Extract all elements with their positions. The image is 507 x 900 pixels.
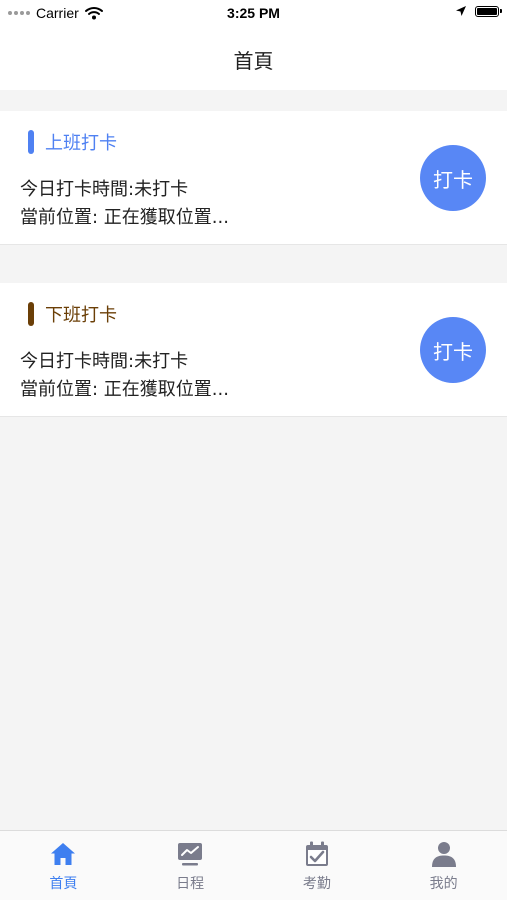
tab-schedule[interactable]: 日程 [127, 831, 254, 900]
tab-profile[interactable]: 我的 [380, 831, 507, 900]
card-header: 上班打卡 [28, 129, 117, 155]
schedule-chart-icon [178, 843, 203, 866]
location-arrow-icon [456, 6, 466, 16]
tab-label: 我的 [429, 876, 458, 892]
card-title: 下班打卡 [45, 305, 117, 326]
tab-label: 日程 [176, 876, 205, 892]
punch-time-text: 今日打卡時間:未打卡 [20, 351, 189, 372]
tab-label: 考勤 [302, 876, 331, 892]
navigation-bar: 首頁 [0, 26, 507, 90]
status-time: 3:25 PM [227, 5, 280, 21]
status-bar: Carrier 3:25 PM [0, 0, 507, 26]
user-icon [431, 842, 456, 867]
status-right [455, 5, 502, 17]
page-title: 首頁 [233, 49, 274, 73]
clock-out-button[interactable]: 打卡 [420, 317, 486, 383]
card-title: 上班打卡 [45, 133, 117, 154]
tab-bar: 首頁 日程 考勤 我的 [0, 830, 507, 900]
tab-home[interactable]: 首頁 [0, 831, 127, 900]
tab-attendance[interactable]: 考勤 [254, 831, 381, 900]
current-location-text: 當前位置: 正在獲取位置... [20, 207, 229, 228]
card-accent-bar [28, 130, 34, 154]
battery-icon [475, 5, 502, 17]
clock-in-card: 上班打卡 今日打卡時間:未打卡 當前位置: 正在獲取位置... 打卡 [0, 111, 507, 245]
current-location-text: 當前位置: 正在獲取位置... [20, 379, 229, 400]
card-accent-bar [28, 302, 34, 326]
clock-out-card: 下班打卡 今日打卡時間:未打卡 當前位置: 正在獲取位置... 打卡 [0, 283, 507, 417]
home-icon [51, 843, 76, 865]
tab-label: 首頁 [49, 876, 78, 892]
punch-time-text: 今日打卡時間:未打卡 [20, 179, 189, 200]
card-header: 下班打卡 [28, 301, 117, 327]
calendar-check-icon [305, 841, 328, 866]
clock-in-button[interactable]: 打卡 [420, 145, 486, 211]
